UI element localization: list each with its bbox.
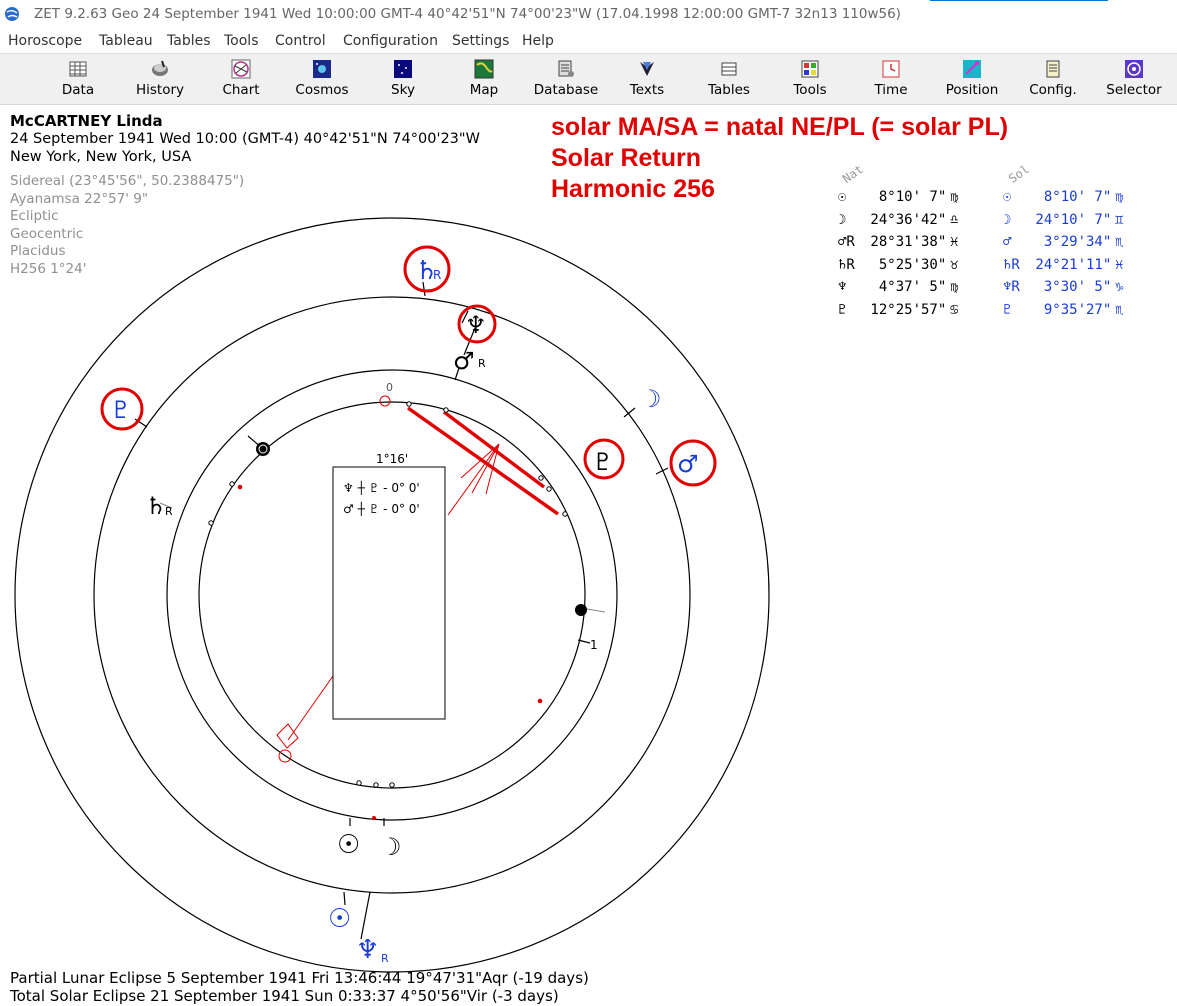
natal-row-saturn: ♄R 5°25'30" ♉ [838, 257, 959, 273]
natal-pluto-glyph: ♇ [592, 448, 614, 476]
midpoint-row-2: ♂ ┼ ♇ - 0° 0' [343, 501, 420, 516]
lunar-eclipse-line: Partial Lunar Eclipse 5 September 1941 F… [10, 969, 589, 987]
angle-marker-mc [575, 604, 587, 616]
natal-row-neptune: ♆ 4°37' 5" ♍ [838, 279, 959, 295]
solar-row-neptune: ♆R 3°30' 5" ♑ [1003, 279, 1124, 295]
solar-mars-glyph: ♂ [677, 450, 699, 478]
natal-saturn-retro: R [165, 505, 173, 518]
natal-mars-retro: R [478, 357, 486, 370]
aspect-axis-lower [287, 675, 334, 741]
natal-row-sun: ☉ 8°10' 7" ♍ [838, 189, 959, 205]
natal-mars-glyph: ♂ [453, 347, 475, 375]
solar-row-saturn: ♄R 24°21'11" ♓ [1003, 257, 1124, 273]
midpoint-orb: 1°16' [376, 452, 408, 466]
aspect-line-2 [442, 410, 546, 489]
tick-label-zero: 0 [386, 381, 393, 394]
solar-pluto-glyph: ♇ [110, 396, 132, 424]
natal-row-mars: ♂R 28°31'38" ♓ [838, 234, 959, 250]
natal-saturn-glyph: ♄ [145, 492, 167, 520]
solar-saturn-retro: R [433, 268, 441, 282]
solar-row-sun: ☉ 8°10' 7" ♍ [1003, 189, 1124, 205]
angle-marker-asc [256, 442, 270, 456]
solar-neptune-glyph: ♆ [356, 935, 379, 965]
natal-neptune-glyph: ♆ [465, 311, 487, 339]
eclipse-info: Partial Lunar Eclipse 5 September 1941 F… [10, 969, 589, 1005]
natal-row-moon: ☽ 24°36'42" ♎ [838, 212, 959, 228]
solar-moon-glyph: ☽ [640, 385, 662, 413]
solar-row-moon: ☽ 24°10' 7" ♊ [1003, 212, 1124, 228]
solar-eclipse-line: Total Solar Eclipse 21 September 1941 Su… [10, 987, 559, 1005]
horoscope-wheel: 0 1 1°16' ♆ ┼ ♇ - 0° 0' ♂ ┼ ♇ - 0° 0' ♄ … [14, 217, 770, 973]
natal-moon-glyph: ☽ [380, 833, 402, 861]
midpoint-row-1: ♆ ┼ ♇ - 0° 0' [343, 480, 420, 495]
natal-sun-glyph: ☉ [337, 830, 360, 860]
solar-sun-glyph: ☉ [328, 904, 351, 934]
solar-neptune-retro: R [381, 952, 389, 965]
natal-row-pluto: ♇ 12°25'57" ♋ [838, 302, 959, 318]
solar-row-mars: ♂ 3°29'34" ♏ [1003, 234, 1124, 250]
solar-row-pluto: ♇ 9°35'27" ♏ [1003, 302, 1124, 318]
tick-label-one: 1 [590, 638, 598, 652]
